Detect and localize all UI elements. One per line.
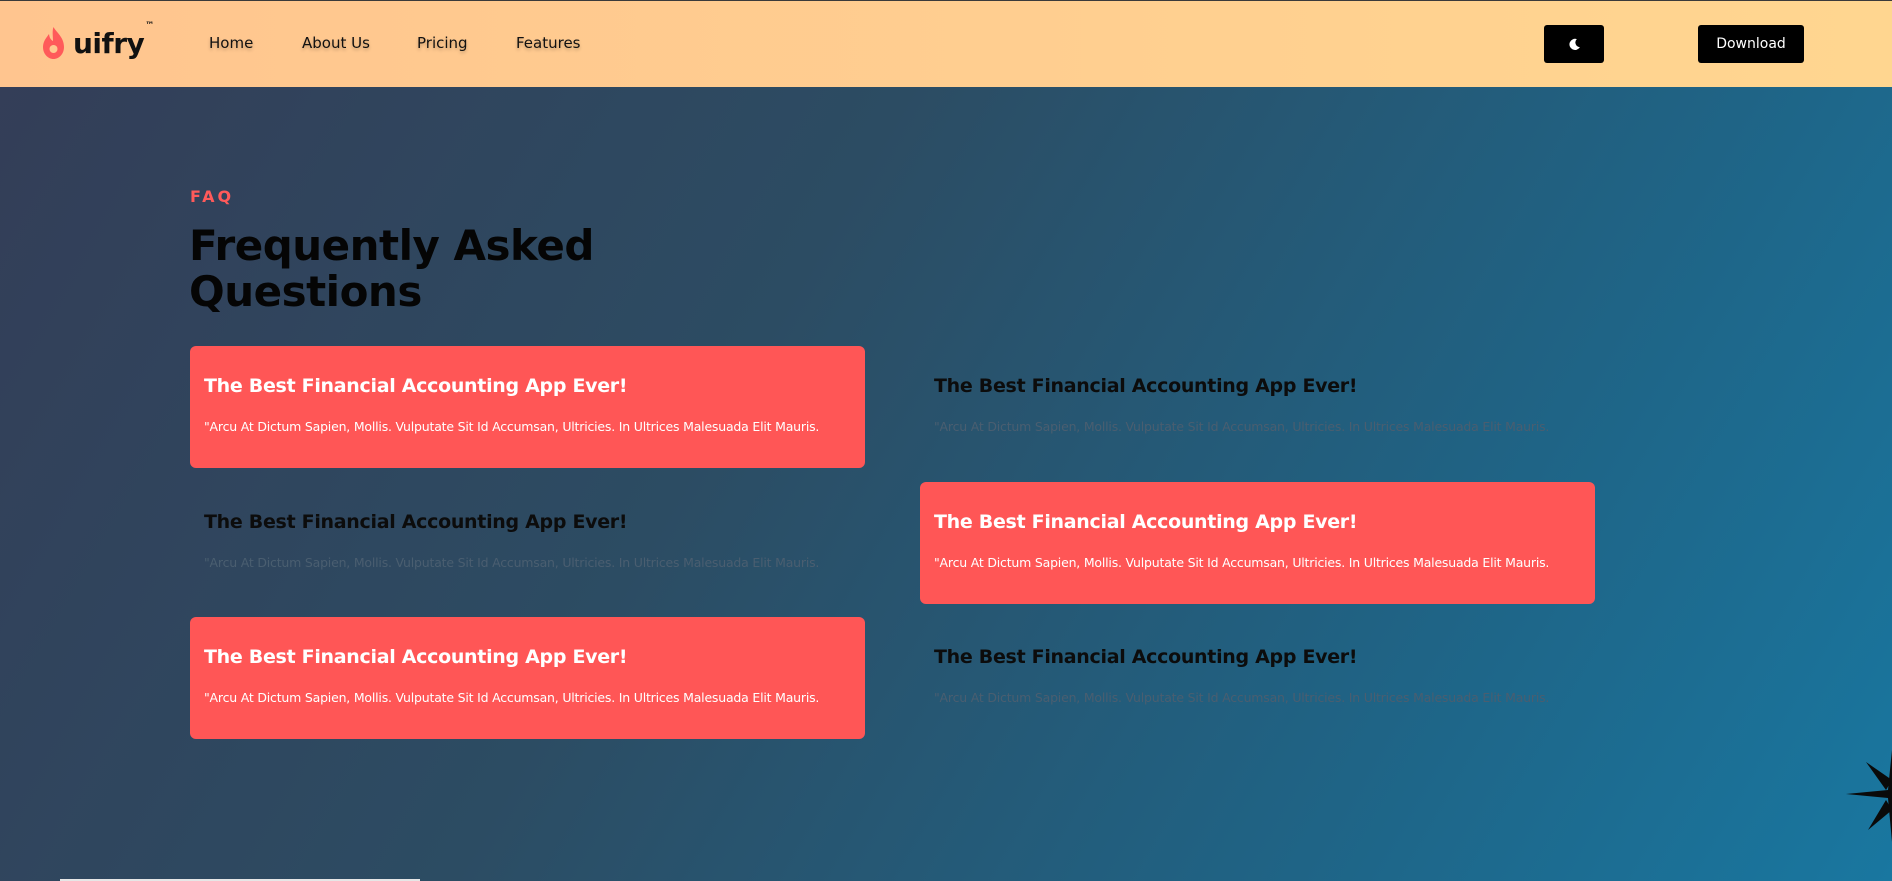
sparkle-icon <box>1846 750 1892 842</box>
faq-question: The Best Financial Accounting App Ever! <box>204 646 628 668</box>
section-title: Frequently Asked Questions <box>189 221 594 316</box>
nav-link-pricing[interactable]: Pricing <box>417 34 468 52</box>
flame-icon <box>43 26 64 59</box>
moon-icon <box>1568 38 1580 50</box>
faq-answer: "Arcu At Dictum Sapien, Mollis. Vulputat… <box>204 690 820 705</box>
nav-link-features[interactable]: Features <box>516 34 581 52</box>
faq-item[interactable]: The Best Financial Accounting App Ever! … <box>920 346 1595 468</box>
faq-item[interactable]: The Best Financial Accounting App Ever! … <box>920 617 1595 739</box>
nav-link-home[interactable]: Home <box>209 34 253 52</box>
faq-item[interactable]: The Best Financial Accounting App Ever! … <box>190 617 865 739</box>
download-button[interactable]: Download <box>1698 25 1804 63</box>
nav-link-about-us[interactable]: About Us <box>302 34 370 52</box>
section-eyebrow: FAQ <box>190 187 235 206</box>
faq-answer: "Arcu At Dictum Sapien, Mollis. Vulputat… <box>934 419 1550 434</box>
faq-question: The Best Financial Accounting App Ever! <box>934 511 1358 533</box>
faq-question: The Best Financial Accounting App Ever! <box>934 646 1358 668</box>
theme-toggle-button[interactable] <box>1544 25 1604 63</box>
faq-question: The Best Financial Accounting App Ever! <box>204 511 628 533</box>
navbar: uifry™ Home About Us Pricing Features Do… <box>0 0 1892 87</box>
brand-name: uifry™ <box>73 20 154 60</box>
faq-question: The Best Financial Accounting App Ever! <box>934 375 1358 397</box>
faq-item[interactable]: The Best Financial Accounting App Ever! … <box>190 346 865 468</box>
faq-item[interactable]: The Best Financial Accounting App Ever! … <box>920 482 1595 604</box>
faq-question: The Best Financial Accounting App Ever! <box>204 375 628 397</box>
faq-item[interactable]: The Best Financial Accounting App Ever! … <box>190 482 865 604</box>
faq-answer: "Arcu At Dictum Sapien, Mollis. Vulputat… <box>934 690 1550 705</box>
faq-answer: "Arcu At Dictum Sapien, Mollis. Vulputat… <box>204 555 820 570</box>
faq-answer: "Arcu At Dictum Sapien, Mollis. Vulputat… <box>934 555 1550 570</box>
brand-logo[interactable]: uifry™ <box>40 20 154 63</box>
faq-answer: "Arcu At Dictum Sapien, Mollis. Vulputat… <box>204 419 820 434</box>
